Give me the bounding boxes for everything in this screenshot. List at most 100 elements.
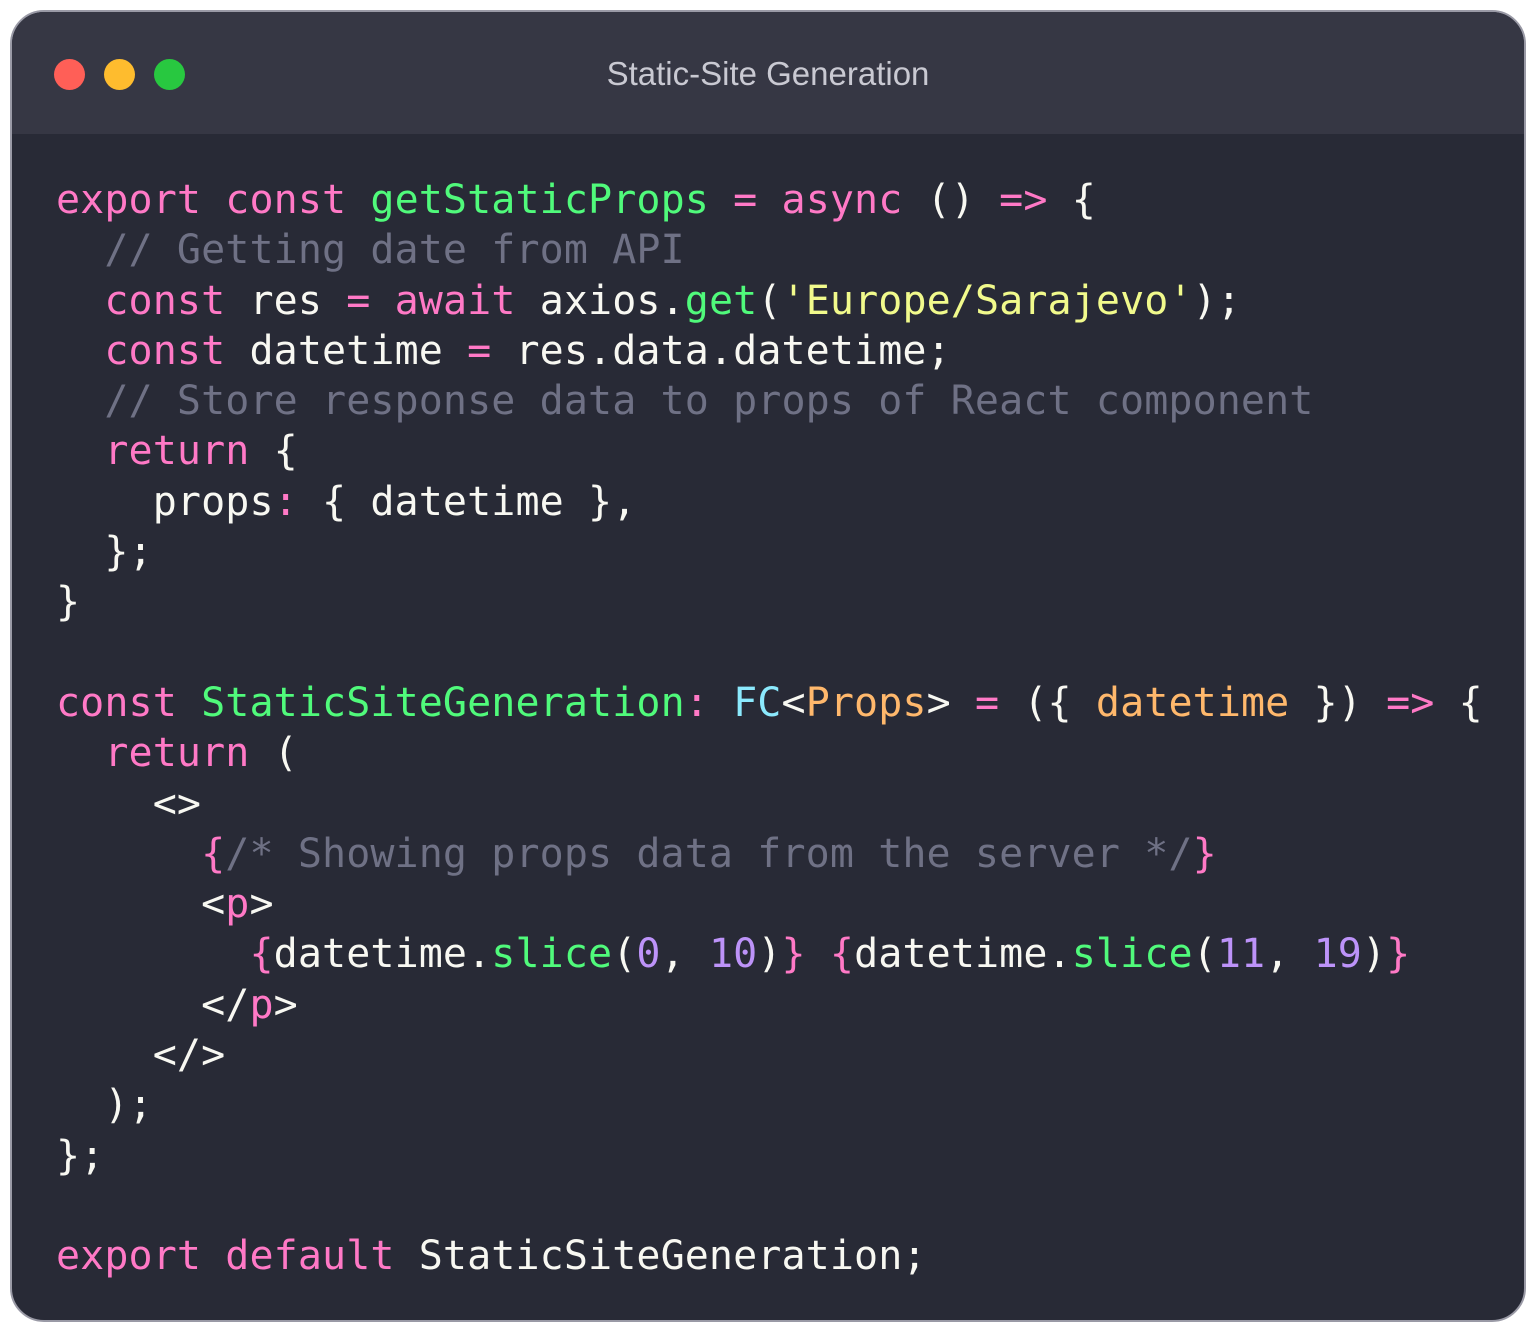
code-token-keyword: export	[56, 177, 202, 223]
code-line: return {	[56, 426, 1483, 476]
code-token-keyword: p	[249, 981, 274, 1028]
code-token-plain: res.data.datetime;	[491, 327, 951, 374]
code-token-plain: >	[926, 679, 975, 726]
code-token-keyword: =	[733, 177, 758, 223]
code-token-keyword: }	[1192, 830, 1217, 877]
code-token-plain: <	[781, 679, 806, 726]
code-line: const StaticSiteGeneration: FC<Props> = …	[56, 678, 1483, 728]
code-token-param: datetime	[1095, 679, 1290, 726]
code-line: const datetime = res.data.datetime;	[56, 326, 1483, 376]
code-token-plain: props	[56, 478, 274, 525]
code-line: </p>	[56, 980, 1483, 1030]
code-token-plain: (	[249, 730, 298, 777]
code-token-keyword: }	[781, 931, 806, 978]
code-token-plain: };	[56, 1132, 105, 1179]
code-line: export default StaticSiteGeneration;	[56, 1231, 1483, 1281]
code-token-plain: )	[1361, 931, 1387, 978]
code-token-plain: ()	[902, 177, 1000, 223]
code-token-plain: };	[56, 529, 153, 576]
code-token-plain: datetime.	[273, 931, 492, 978]
code-token-plain: <>	[56, 780, 202, 827]
code-token-keyword: p	[225, 881, 250, 928]
code-token-keyword: await	[394, 277, 516, 324]
code-line: const res = await axios.get('Europe/Sara…	[56, 276, 1483, 326]
code-token-plain: );	[1192, 277, 1242, 324]
code-token-keyword: =>	[1386, 679, 1435, 726]
code-token-plain: ({	[999, 679, 1096, 726]
code-token-number: 0	[636, 931, 661, 978]
code-token-plain: );	[56, 1082, 153, 1129]
code-token-plain: StaticSiteGeneration;	[394, 1233, 927, 1280]
code-token-plain: </>	[56, 1032, 226, 1079]
code-token-keyword: {	[249, 931, 274, 978]
code-line: <p>	[56, 879, 1483, 929]
code-token-keyword: default	[225, 1233, 395, 1280]
code-token-keyword: {	[201, 830, 226, 877]
code-token-keyword: }	[1386, 931, 1411, 978]
code-token-type: FC	[733, 679, 782, 726]
code-token-plain: (	[757, 277, 782, 324]
code-token-plain: (	[612, 931, 637, 978]
code-token-function: StaticSiteGeneration	[201, 679, 685, 726]
code-token-plain: >	[249, 881, 274, 928]
code-line: };	[56, 527, 1483, 577]
code-token-comment: // Store response data to props of React…	[104, 378, 1314, 425]
code-token-plain: >	[273, 981, 298, 1028]
code-token-function: get	[684, 277, 758, 324]
code-token-function: getStaticProps	[370, 177, 709, 223]
code-line: }	[56, 577, 1483, 627]
code-token-keyword: const	[104, 327, 226, 374]
code-line: };	[56, 1131, 1483, 1181]
code-token-keyword: return	[104, 428, 250, 475]
code-token-comment: // Getting date from API	[104, 227, 685, 274]
code-token-keyword: =	[974, 679, 1000, 726]
code-line: // Store response data to props of React…	[56, 376, 1483, 426]
code-token-number: 11	[1216, 931, 1266, 978]
code-token-param: Props	[805, 679, 927, 726]
code-token-keyword: =	[346, 277, 371, 324]
code-window: Static-Site Generation export const getS…	[10, 10, 1526, 1322]
code-line: <>	[56, 779, 1483, 829]
code-token-plain: }	[56, 579, 81, 626]
code-token-plain: ,	[1265, 931, 1314, 978]
code-token-plain: axios.	[515, 277, 685, 324]
code-token-keyword: =	[467, 327, 492, 374]
code-token-plain: )	[757, 931, 782, 978]
code-token-plain: <	[56, 881, 226, 928]
code-token-keyword: =>	[999, 177, 1048, 223]
code-token-comment: /* Showing props data from the server */	[225, 830, 1193, 877]
code-token-string: 'Europe/Sarajevo'	[781, 277, 1193, 324]
code-token-plain: {	[1047, 177, 1096, 223]
code-line: // Getting date from API	[56, 225, 1483, 275]
title-bar: Static-Site Generation	[12, 12, 1524, 134]
code-token-keyword: const	[225, 177, 347, 223]
code-token-plain: {	[249, 428, 298, 475]
code-token-plain: res	[225, 277, 347, 324]
code-token-plain: datetime	[225, 327, 468, 374]
code-token-plain: (	[1192, 931, 1217, 978]
code-token-plain: ,	[660, 931, 709, 978]
code-token-keyword: return	[104, 730, 250, 777]
code-line: {/* Showing props data from the server *…	[56, 829, 1483, 879]
code-token-number: 19	[1313, 931, 1362, 978]
code-line: export const getStaticProps = async () =…	[56, 175, 1483, 225]
code-token-plain: {	[1434, 679, 1483, 726]
code-token-keyword: const	[104, 277, 226, 324]
code-token-function: slice	[491, 931, 613, 978]
code-token-keyword: async	[781, 177, 903, 223]
code-token-number: 10	[708, 931, 758, 978]
